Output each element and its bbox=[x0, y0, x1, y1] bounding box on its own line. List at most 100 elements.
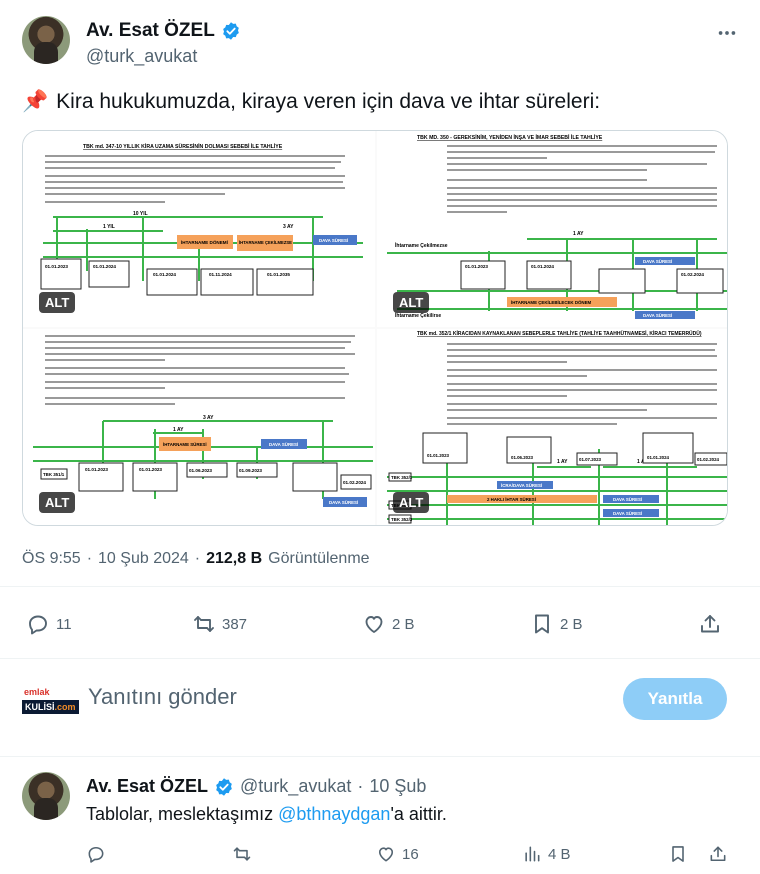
reply-input[interactable]: Yanıtını gönder bbox=[88, 684, 237, 710]
reply-date[interactable]: 10 Şub bbox=[369, 776, 426, 797]
author-handle[interactable]: @turk_avukat bbox=[86, 46, 197, 67]
label-dava-suresi-2: DAVA SÜRESİ bbox=[613, 511, 642, 516]
date-1: 01.01.2023 bbox=[85, 467, 108, 472]
diagram-heading: TBK md. 352/1 KİRACIDAN KAYNAKLANAN SEBE… bbox=[417, 330, 702, 337]
media-image-1[interactable]: TBK md. 347-10 YILLIK KİRA UZAMA SÜRESİN… bbox=[23, 131, 375, 327]
tweet-meta: ÖS 9:55 · 10 Şub 2024 · 212,8 B Görüntül… bbox=[22, 550, 370, 568]
diagram-1: TBK md. 347-10 YILLIK KİRA UZAMA SÜRESİN… bbox=[40, 143, 363, 296]
views-count: 212,8 B bbox=[206, 550, 263, 567]
label-1-ay-a: 1 AY bbox=[557, 459, 568, 465]
like-button[interactable]: 2 B bbox=[362, 604, 415, 644]
alt-badge[interactable]: ALT bbox=[39, 292, 76, 313]
label-tbk-352-3: TBK 352/3 bbox=[391, 517, 413, 522]
verified-badge-icon bbox=[222, 22, 239, 40]
retweet-button[interactable]: 387 bbox=[192, 604, 247, 644]
date-2: 01.01.2024 bbox=[531, 264, 554, 269]
divider bbox=[0, 658, 760, 659]
logo-bottom: KULİSİ.com bbox=[22, 700, 79, 714]
logo-top: emlak bbox=[24, 687, 50, 697]
media-grid: TBK md. 347-10 YILLIK KİRA UZAMA SÜRESİN… bbox=[22, 130, 728, 526]
diagram-heading: TBK md. 347-10 YILLIK KİRA UZAMA SÜRESİN… bbox=[83, 143, 283, 150]
reply-button[interactable] bbox=[86, 834, 112, 874]
date-3: 01.01.2024 bbox=[153, 272, 176, 277]
reply-composer: emlak KULİSİ.com Yanıtını gönder Yanıtla bbox=[0, 668, 760, 728]
media-image-2[interactable]: TBK MD. 350 - GEREKSİNİM, YENİDEN İNŞA V… bbox=[377, 131, 727, 327]
label-hakli-ihtar: 2 HAKLI İHTAR SÜRESİ bbox=[487, 497, 536, 502]
views-count: 4 B bbox=[548, 845, 571, 863]
date-3: 01.07.2023 bbox=[579, 457, 602, 462]
author-name-row[interactable]: Av. Esat ÖZEL bbox=[86, 20, 241, 42]
bookmark-button[interactable] bbox=[668, 834, 688, 874]
retweet-icon bbox=[194, 616, 214, 632]
label-1-ay: 1 AY bbox=[573, 231, 584, 237]
like-button[interactable]: 16 bbox=[376, 834, 419, 874]
diagram-heading: TBK MD. 350 - GEREKSİNİM, YENİDEN İNŞA V… bbox=[417, 134, 603, 141]
user-avatar-logo[interactable]: emlak KULİSİ.com bbox=[22, 687, 79, 716]
more-options-button[interactable] bbox=[716, 22, 738, 48]
alt-badge[interactable]: ALT bbox=[39, 492, 76, 513]
label-dava-suresi-top: DAVA SÜRESİ bbox=[643, 259, 672, 264]
label-ihtarname-donemi: İHTARNAME DÖNEMİ bbox=[181, 239, 228, 245]
bookmark-icon bbox=[535, 614, 549, 634]
label-ihtarname-cekilirse: İhtarname Çekilirse bbox=[395, 312, 441, 319]
label-dava-suresi: DAVA SÜRESİ bbox=[319, 238, 348, 243]
heart-icon bbox=[378, 847, 394, 862]
label-dava-suresi-1: DAVA SÜRESİ bbox=[269, 442, 298, 447]
share-button[interactable] bbox=[698, 604, 722, 644]
reply-text: Tablolar, meslektaşımız @bthnaydgan'a ai… bbox=[86, 804, 447, 825]
label-tbk-351-1: TBK 351/1 bbox=[43, 472, 65, 477]
alt-badge[interactable]: ALT bbox=[393, 292, 430, 313]
retweet-count: 387 bbox=[222, 615, 248, 633]
reply-text-after: 'a aittir. bbox=[390, 804, 447, 824]
label-1-ay: 1 AY bbox=[173, 427, 184, 433]
separator-dot: · bbox=[357, 776, 364, 796]
reply-submit-button[interactable]: Yanıtla bbox=[623, 678, 727, 720]
label-ihtarname-suresi: İHTARNAME SÜRESİ bbox=[163, 442, 207, 447]
date-5: 01.02.2024 bbox=[697, 457, 720, 462]
diagram-2: TBK MD. 350 - GEREKSİNİM, YENİDEN İNŞA V… bbox=[387, 134, 727, 319]
label-tbk-352-1: TBK 352/1 bbox=[391, 475, 413, 480]
alt-badge[interactable]: ALT bbox=[393, 492, 430, 513]
avatar[interactable] bbox=[22, 16, 70, 64]
label-10-yil: 10 YIL bbox=[133, 211, 148, 217]
tweet-date[interactable]: 10 Şub 2024 bbox=[98, 550, 189, 568]
media-image-4[interactable]: TBK md. 352/1 KİRACIDAN KAYNAKLANAN SEBE… bbox=[377, 329, 727, 525]
bookmark-icon bbox=[672, 846, 684, 862]
media-image-3[interactable]: 3 AY 1 AY TBK 351/1 İHTARNAME SÜRESİ DAV… bbox=[23, 329, 375, 525]
tweet-text: 📌 Kira hukukumuzda, kiraya veren için da… bbox=[22, 88, 600, 116]
label-ihtarname-cekilmezse: İhtarname Çekilmezse bbox=[395, 242, 448, 249]
avatar[interactable] bbox=[22, 772, 70, 820]
date-4: 01.01.2024 bbox=[647, 455, 670, 460]
label-icra-dava: İCRA/DAVA SÜRESİ bbox=[501, 483, 542, 488]
tweet-actions: 11 387 2 B 2 B bbox=[0, 604, 760, 644]
reply-text-before: Tablolar, meslektaşımız bbox=[86, 804, 279, 824]
views-bar-chart-icon bbox=[525, 846, 540, 862]
divider bbox=[0, 586, 760, 587]
label-dava-suresi-1: DAVA SÜRESİ bbox=[613, 497, 642, 502]
reply-icon bbox=[29, 615, 47, 635]
reply-button[interactable]: 11 bbox=[26, 604, 72, 644]
bookmark-button[interactable]: 2 B bbox=[530, 604, 583, 644]
share-button[interactable] bbox=[708, 834, 728, 874]
tweet-body: Kira hukukumuzda, kiraya veren için dava… bbox=[56, 90, 601, 113]
label-3-ay: 3 AY bbox=[203, 415, 214, 421]
views-button[interactable]: 4 B bbox=[522, 834, 571, 874]
label-ihtarname-cekilmezse: İHTARNAME ÇEKİLMEZSE bbox=[239, 240, 292, 245]
author-handle[interactable]: @turk_avukat bbox=[240, 776, 351, 797]
reply-icon bbox=[88, 846, 104, 863]
date-3: 01.02.2024 bbox=[681, 272, 704, 277]
date-1: 01.01.2023 bbox=[465, 264, 488, 269]
heart-icon bbox=[365, 616, 383, 633]
tweet-time[interactable]: ÖS 9:55 bbox=[22, 550, 81, 568]
date-1: 01.01.2023 bbox=[427, 453, 450, 458]
label-dava-suresi-bottom: DAVA SÜRESİ bbox=[643, 313, 672, 318]
mention-link[interactable]: @bthnaydgan bbox=[278, 804, 390, 824]
author-display-name[interactable]: Av. Esat ÖZEL bbox=[86, 776, 208, 797]
author-display-name[interactable]: Av. Esat ÖZEL bbox=[86, 20, 215, 42]
retweet-icon bbox=[233, 847, 251, 861]
share-icon bbox=[701, 615, 719, 633]
reply-tweet-header: Av. Esat ÖZEL @turk_avukat · 10 Şub bbox=[86, 776, 426, 797]
retweet-button[interactable] bbox=[232, 834, 258, 874]
reply-actions: 16 4 B bbox=[0, 834, 760, 874]
pushpin-icon: 📌 bbox=[22, 90, 49, 113]
